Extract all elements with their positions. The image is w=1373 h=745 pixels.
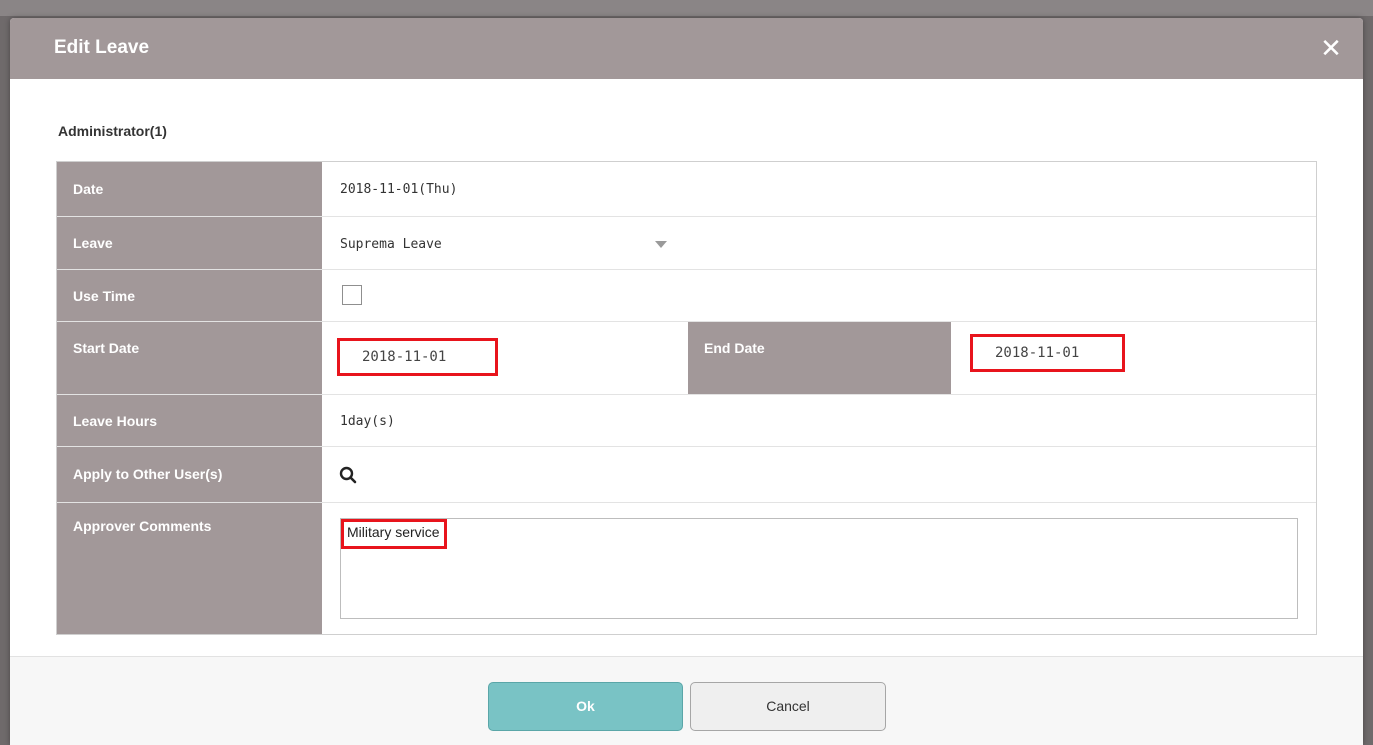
start-date-input[interactable]: 2018-11-01 — [337, 338, 498, 376]
ok-button[interactable]: Ok — [488, 682, 683, 731]
leave-hours-value: 1day(s) — [340, 414, 395, 429]
date-label: Date — [57, 162, 322, 216]
background-app — [0, 0, 1373, 16]
end-date-label: End Date — [688, 322, 951, 394]
leave-row: Leave Suprema Leave — [57, 217, 1316, 270]
leave-hours-row: Leave Hours 1day(s) — [57, 395, 1316, 447]
dialog-footer: Ok Cancel — [10, 656, 1363, 745]
use-time-checkbox[interactable] — [342, 285, 362, 305]
use-time-row: Use Time — [57, 270, 1316, 322]
leave-label: Leave — [57, 217, 322, 269]
approver-comments-row: Approver Comments Military service — [57, 503, 1316, 634]
leave-form: Date 2018-11-01(Thu) Leave Suprema Leave… — [56, 161, 1317, 635]
apply-other-users-row: Apply to Other User(s) — [57, 447, 1316, 503]
start-date-label: Start Date — [57, 322, 322, 394]
approver-comments-label: Approver Comments — [57, 503, 322, 634]
date-value: 2018-11-01(Thu) — [340, 182, 458, 197]
leave-select[interactable]: Suprema Leave — [322, 217, 682, 269]
cancel-button[interactable]: Cancel — [690, 682, 886, 731]
leave-hours-label: Leave Hours — [57, 395, 322, 446]
apply-other-users-label: Apply to Other User(s) — [57, 447, 322, 502]
date-range-row: Start Date 2018-11-01 End Date 2018-11-0… — [57, 322, 1316, 395]
leave-select-value: Suprema Leave — [340, 237, 442, 252]
dialog-header: Edit Leave ✕ — [10, 18, 1363, 79]
dialog-title: Edit Leave — [54, 37, 150, 58]
approver-comments-textarea[interactable]: Military service — [340, 518, 1298, 619]
edit-leave-dialog: Edit Leave ✕ Administrator(1) Date 2018-… — [10, 18, 1363, 745]
user-name-label: Administrator(1) — [58, 123, 167, 139]
search-icon[interactable] — [339, 466, 357, 484]
end-date-input[interactable]: 2018-11-01 — [970, 334, 1125, 372]
chevron-down-icon — [655, 241, 667, 248]
close-icon[interactable]: ✕ — [1317, 34, 1345, 62]
date-row: Date 2018-11-01(Thu) — [57, 162, 1316, 217]
approver-comments-text: Military service — [341, 519, 447, 549]
use-time-label: Use Time — [57, 270, 322, 321]
